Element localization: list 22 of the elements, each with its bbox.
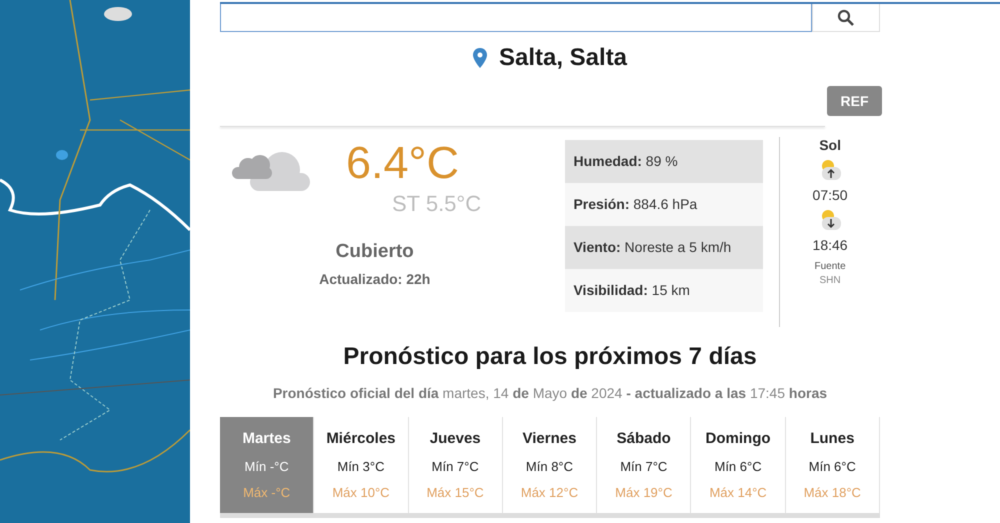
stat-row: Visibilidad: 15 km [565, 269, 764, 312]
search-field[interactable] [220, 4, 812, 32]
forecast-title: Pronóstico para los próximos 7 días [342, 343, 758, 371]
source-name: SHN [820, 275, 841, 286]
sun-title: Sol [819, 137, 841, 153]
location-title: Salta, Salta [498, 44, 628, 72]
temperature: 6.4°C [346, 137, 460, 189]
day-tab[interactable]: Martes Mín -°C Máx -°C [220, 417, 314, 513]
feels-like: ST 5.5°C [392, 191, 482, 217]
stat-row: Humedad: 89 % [565, 140, 764, 183]
condition: Cubierto [334, 241, 415, 263]
updated-time: Actualizado: 22h [318, 271, 432, 287]
search-icon [837, 8, 855, 26]
stat-row: Presión: 884.6 hPa [565, 183, 764, 226]
stat-row: Viento: Noreste a 5 km/h [565, 226, 764, 269]
location-pin-icon [472, 48, 487, 68]
sunset-time: 18:46 [812, 237, 848, 253]
source-label: Fuente [814, 261, 846, 272]
search-button[interactable] [812, 4, 880, 32]
forecast-subtitle: Pronóstico oficial del día martes, 14 de Mayo de 2024 - actualizado a las 17:45 horas [272, 385, 828, 401]
ref-button[interactable]: REF [827, 86, 882, 116]
sunrise-time: 07:50 [812, 187, 848, 203]
